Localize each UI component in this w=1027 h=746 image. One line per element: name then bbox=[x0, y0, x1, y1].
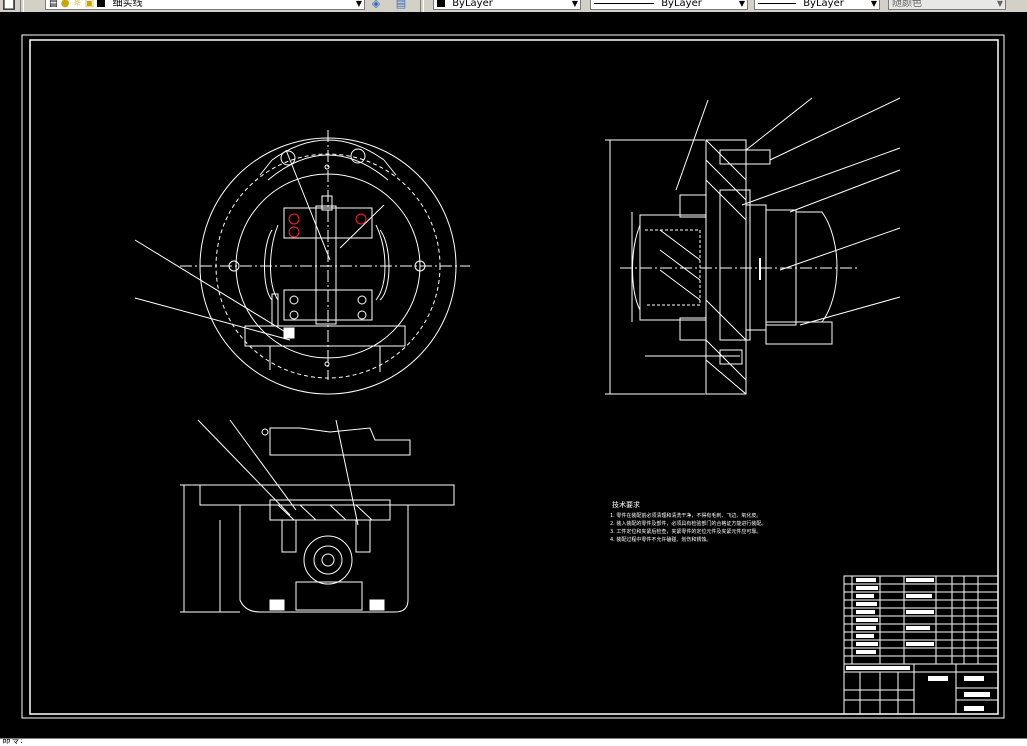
plotstyle-combo: 随颜色 ▼ bbox=[888, 0, 1006, 10]
tech-note-2: 2. 装入装配的零件及部件，必须具有检验部门的合格证方能进行装配。 bbox=[610, 520, 766, 527]
layer-name: 细实线 bbox=[112, 0, 143, 9]
canvas-background bbox=[0, 12, 1027, 740]
chevron-down-icon: ▼ bbox=[571, 0, 578, 8]
color-combo-value: ByLayer bbox=[452, 0, 493, 9]
chevron-down-icon: ▼ bbox=[738, 0, 745, 8]
linetype-combo[interactable]: ByLayer ▼ bbox=[590, 0, 748, 10]
toolbar-separator bbox=[420, 0, 424, 12]
linetype-preview bbox=[594, 2, 654, 4]
toolbar-separator bbox=[20, 0, 24, 12]
drawing-canvas[interactable]: 技术要求 1. 零件在装配前必须清理和清洗干净，不得有毛刺、飞边、氧化皮。 2.… bbox=[0, 12, 1027, 740]
chevron-down-icon: ▼ bbox=[996, 0, 1003, 8]
layer-manager-icon[interactable]: ■ bbox=[3, 0, 15, 10]
plotstyle-combo-value: 随颜色 bbox=[892, 0, 922, 9]
tech-note-3: 3. 工件定位和夹紧后检查，夹紧零件的定位元件及夹紧元件应可靠。 bbox=[610, 528, 761, 535]
layer-color-swatch bbox=[97, 0, 106, 7]
layer-state-icon: ▤ bbox=[49, 0, 58, 9]
color-swatch bbox=[437, 0, 445, 7]
chevron-down-icon: ▼ bbox=[355, 0, 362, 8]
lineweight-preview bbox=[758, 2, 796, 4]
layer-combo[interactable]: ▤ ● ☼ ▣ 细实线 ▼ bbox=[45, 0, 365, 10]
lock-icon: ▣ bbox=[84, 0, 95, 9]
color-combo[interactable]: ByLayer ▼ bbox=[433, 0, 581, 10]
tech-note-4: 4. 装配过程中零件不允许磕碰、划伤和锈蚀。 bbox=[610, 536, 711, 543]
tech-title: 技术要求 bbox=[612, 500, 640, 509]
lightbulb-icon: ● bbox=[60, 0, 70, 9]
tech-note-1: 1. 零件在装配前必须清理和清洗干净，不得有毛刺、飞边、氧化皮。 bbox=[610, 512, 761, 519]
chevron-down-icon: ▼ bbox=[870, 0, 877, 8]
sun-icon: ☼ bbox=[72, 0, 82, 9]
linetype-combo-value: ByLayer bbox=[661, 0, 702, 9]
lineweight-combo[interactable]: ByLayer ▼ bbox=[754, 0, 880, 10]
match-layer-icon[interactable]: ◈ bbox=[370, 0, 382, 10]
layer-previous-icon[interactable]: ▤ bbox=[395, 0, 407, 10]
lineweight-combo-value: ByLayer bbox=[803, 0, 844, 9]
